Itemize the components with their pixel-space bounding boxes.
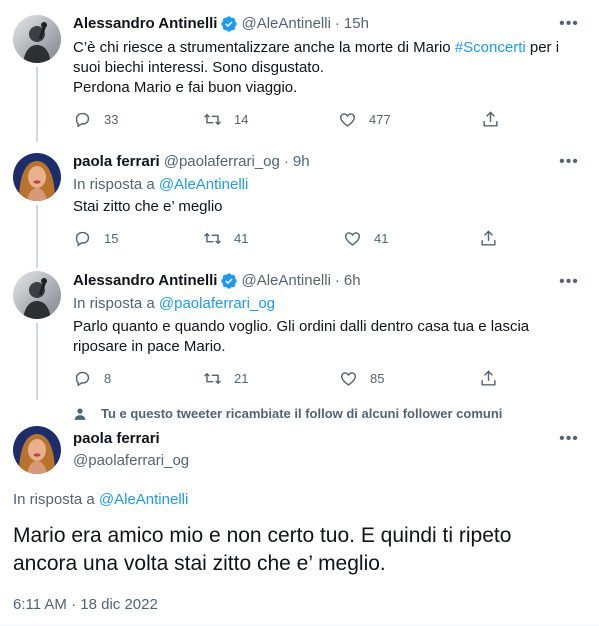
reply-button[interactable]: 8 — [73, 369, 111, 388]
author-handle[interactable]: @paolaferrari_og — [73, 451, 189, 471]
woman-portrait-avatar — [13, 153, 61, 201]
reply-prefix: In risposta a — [73, 176, 155, 193]
tweet-header: Alessandro Antinelli @AleAntinelli · 15h — [73, 14, 369, 34]
reply-icon — [75, 231, 90, 247]
more-options-icon[interactable]: ••• — [559, 431, 579, 453]
retweet-button[interactable]: 41 — [203, 229, 248, 248]
share-icon — [481, 370, 496, 386]
author-name[interactable]: paola ferrari — [73, 429, 160, 449]
reply-prefix: In risposta a — [13, 491, 95, 508]
separator-dot: · — [283, 153, 289, 170]
like-button[interactable]: 41 — [343, 229, 388, 248]
more-options-icon[interactable]: ••• — [559, 16, 579, 38]
retweet-count: 41 — [234, 231, 249, 246]
social-context-text: Tu e questo tweeter ricambiate il follow… — [101, 406, 503, 421]
tweet-actions: 15 41 41 — [73, 229, 513, 249]
reply-context: In risposta a @AleAntinelli — [73, 175, 248, 195]
heart-icon — [340, 372, 357, 386]
share-icon — [483, 111, 498, 127]
tweet-time[interactable]: 9h — [293, 152, 310, 172]
reply-button[interactable]: 33 — [73, 110, 118, 129]
author-handle[interactable]: @AleAntinelli — [241, 271, 330, 291]
like-count: 477 — [369, 112, 391, 127]
retweet-icon — [204, 232, 221, 245]
thread-connector — [36, 323, 38, 400]
author-name[interactable]: Alessandro Antinelli — [73, 14, 217, 34]
man-with-microphone-avatar — [13, 271, 61, 319]
main-tweet-text: Mario era amico mio e non certo tuo. E q… — [13, 522, 583, 578]
reply-to-link[interactable]: @AleAntinelli — [159, 176, 248, 193]
reply-button[interactable]: 15 — [73, 229, 118, 248]
man-with-microphone-avatar — [13, 15, 61, 63]
tweet-text-line: Mario era amico mio e non certo tuo. E q… — [13, 524, 512, 547]
like-count: 85 — [370, 371, 385, 386]
reply-icon — [75, 371, 90, 387]
tweet-text-line: riposare in pace Mario. — [73, 338, 226, 355]
avatar-alessandro[interactable] — [13, 15, 61, 63]
more-options-icon[interactable]: ••• — [559, 154, 579, 176]
tweet-actions: 8 21 85 — [73, 369, 513, 389]
tweet-time[interactable]: 15h — [344, 14, 369, 34]
reply-count: 8 — [104, 371, 112, 386]
woman-portrait-avatar — [13, 426, 61, 474]
separator-dot: · — [334, 15, 340, 32]
heart-icon — [339, 113, 356, 127]
share-icon — [481, 230, 496, 246]
reply-context: In risposta a @AleAntinelli — [13, 490, 188, 510]
author-handle[interactable]: @AleAntinelli — [241, 14, 330, 34]
reply-icon — [75, 112, 90, 128]
reply-to-link[interactable]: @AleAntinelli — [99, 491, 188, 508]
retweet-count: 21 — [234, 371, 249, 386]
like-button[interactable]: 85 — [339, 369, 384, 388]
tweet-header: paola ferrari @paolaferrari_og · 9h — [73, 152, 310, 172]
tweet-text-line: Parlo quanto e quando voglio. Gli ordini… — [73, 318, 530, 335]
retweet-icon — [204, 113, 221, 126]
separator-dot: · — [334, 272, 340, 289]
avatar-alessandro[interactable] — [13, 271, 61, 319]
retweet-button[interactable]: 14 — [203, 110, 248, 129]
tweet-text-line: Perdona Mario e fai buon viaggio. — [73, 79, 298, 96]
tweet-text: Stai zitto che e’ meglio — [73, 198, 223, 215]
like-count: 41 — [374, 231, 389, 246]
verified-badge-icon — [221, 16, 238, 32]
tweet-timestamp[interactable]: 6:11 AM · 18 dic 2022 — [13, 595, 158, 615]
avatar-paola[interactable] — [13, 426, 61, 474]
author-name[interactable]: Alessandro Antinelli — [73, 271, 217, 291]
like-button[interactable]: 477 — [338, 110, 391, 129]
reply-count: 15 — [104, 231, 119, 246]
person-icon — [74, 407, 86, 420]
tweet-text-line: ancora una volta stai zitto che e’ megli… — [13, 552, 386, 575]
thread-connector — [36, 205, 38, 268]
tweet-actions: 33 14 477 — [73, 110, 513, 130]
reply-to-link[interactable]: @paolaferrari_og — [159, 295, 275, 312]
heart-icon — [344, 232, 361, 246]
author-name[interactable]: paola ferrari — [73, 152, 160, 172]
social-context: Tu e questo tweeter ricambiate il follow… — [73, 406, 502, 421]
tweet-text: C’è chi riesce a strumentalizzare anche … — [73, 38, 583, 98]
tweet-header: Alessandro Antinelli @AleAntinelli · 6h — [73, 271, 361, 291]
share-button[interactable] — [479, 369, 498, 388]
reply-count: 33 — [104, 112, 119, 127]
thread-connector — [36, 67, 38, 142]
retweet-button[interactable]: 21 — [203, 369, 248, 388]
avatar-paola[interactable] — [13, 153, 61, 201]
more-options-icon[interactable]: ••• — [559, 274, 579, 296]
author-handle[interactable]: @paolaferrari_og — [164, 152, 280, 172]
retweet-count: 14 — [234, 112, 249, 127]
reply-prefix: In risposta a — [73, 295, 155, 312]
share-button[interactable] — [479, 229, 498, 248]
tweet-time[interactable]: 6h — [344, 271, 361, 291]
reply-context: In risposta a @paolaferrari_og — [73, 294, 275, 314]
tweet-text-part: C’è chi riesce a strumentalizzare anche … — [73, 39, 455, 56]
share-button[interactable] — [481, 110, 500, 129]
tweet-text: Parlo quanto e quando voglio. Gli ordini… — [73, 317, 583, 357]
retweet-icon — [204, 372, 221, 385]
verified-badge-icon — [221, 273, 238, 289]
hashtag-link[interactable]: #Sconcerti — [455, 39, 526, 56]
